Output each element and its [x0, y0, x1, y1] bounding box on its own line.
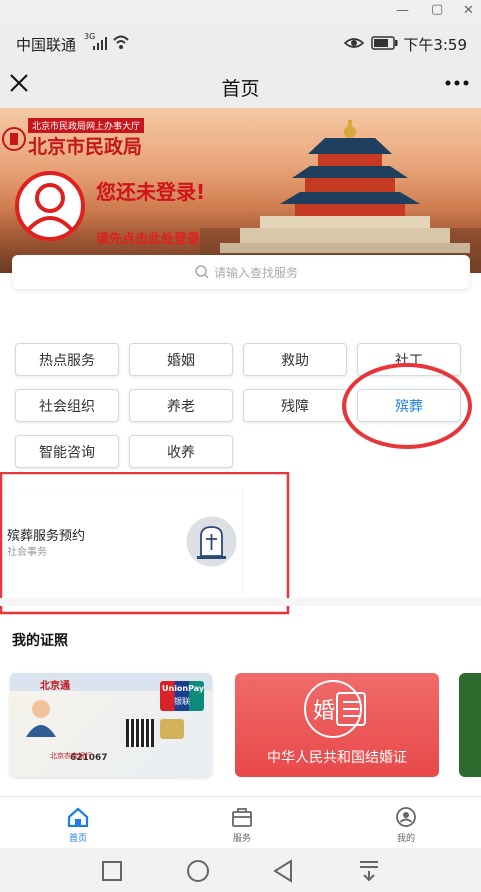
window-chrome: — ▢ ✕	[0, 0, 481, 24]
civil-affairs-logo	[2, 127, 26, 151]
page-title: 首页	[221, 78, 260, 100]
search-icon	[195, 265, 209, 279]
back-icon[interactable]	[272, 859, 294, 883]
temple-of-heaven-image	[200, 120, 481, 273]
chip-image	[160, 719, 184, 739]
section-divider	[0, 598, 481, 606]
bottom-tab-bar: 首页 服务 我的	[0, 796, 481, 848]
category-hot-services[interactable]: 热点服务	[15, 343, 119, 376]
status-bar: 中国联通 3G 下午3:59	[0, 24, 481, 62]
tab-home-label: 首页	[68, 834, 87, 844]
card-brand: 北京通	[40, 681, 70, 692]
category-social-organization[interactable]: 社会组织	[15, 389, 119, 422]
home-button-icon[interactable]	[186, 859, 210, 883]
avatar-icon[interactable]	[14, 170, 86, 242]
more-icon[interactable]	[445, 70, 469, 96]
marriage-char: 婚	[313, 699, 336, 724]
tab-services[interactable]: 服务	[202, 797, 282, 849]
screen: — ▢ ✕ 中国联通 3G 下午3:59 首页 北京市民政局网上办事大厅 北京市…	[0, 0, 481, 892]
highlight-box	[0, 472, 290, 615]
person-icon	[26, 700, 56, 737]
certificates-section-title: 我的证照	[12, 633, 68, 649]
highlight-ellipse	[342, 363, 472, 449]
category-relief[interactable]: 救助	[243, 343, 347, 376]
certificate-name: 中华人民共和国结婚证	[267, 750, 407, 766]
category-marriage[interactable]: 婚姻	[129, 343, 233, 376]
title-bar: 首页	[0, 62, 481, 108]
unionpay-logo: UnionPay 银联	[160, 681, 204, 711]
carrier-label: 中国联通	[16, 36, 77, 54]
login-hint[interactable]: 请先点击此处登录	[96, 228, 200, 247]
clock-label: 下午3:59	[403, 36, 467, 54]
search-bar[interactable]: 请输入查找服务	[12, 255, 470, 289]
minimize-icon[interactable]: —	[396, 3, 409, 18]
marriage-certificate-icon	[304, 680, 366, 738]
window-close-icon[interactable]: ✕	[463, 3, 474, 18]
certificate-card-partial[interactable]	[459, 673, 481, 777]
eye-icon	[344, 38, 364, 48]
tab-mine[interactable]: 我的	[366, 797, 446, 849]
category-smart-consult[interactable]: 智能咨询	[15, 435, 119, 468]
category-disability[interactable]: 残障	[243, 389, 347, 422]
notification-pulldown-icon[interactable]	[358, 860, 380, 882]
user-icon	[396, 807, 416, 827]
briefcase-icon	[232, 808, 252, 827]
maximize-icon[interactable]: ▢	[431, 2, 443, 17]
login-title[interactable]: 您还未登录!	[96, 176, 205, 205]
tab-services-label: 服务	[232, 834, 251, 844]
category-adoption[interactable]: 收养	[129, 435, 233, 468]
qr-code-image	[126, 719, 154, 747]
login-banner[interactable]: 北京市民政局网上办事大厅 北京市民政局 您还未登录! 请先点击此处登录	[0, 108, 481, 273]
marriage-certificate-card[interactable]: 婚 中华人民共和国结婚证	[235, 673, 439, 777]
signal-icon	[93, 37, 107, 50]
beijing-pass-card[interactable]: 北京通 UnionPay 银联 621067 北京农商银行	[10, 673, 212, 777]
system-nav-bar	[0, 848, 481, 892]
wifi-icon	[113, 35, 129, 49]
tab-home[interactable]: 首页	[38, 797, 118, 849]
bank-name: 北京农商银行	[50, 752, 92, 760]
org-name: 北京市民政局	[28, 136, 143, 158]
recent-apps-icon[interactable]	[102, 861, 122, 881]
org-caption: 北京市民政局网上办事大厅	[28, 118, 145, 133]
battery-icon	[371, 36, 398, 50]
search-placeholder: 请输入查找服务	[214, 266, 299, 280]
tab-mine-label: 我的	[396, 834, 415, 844]
category-elderly-care[interactable]: 养老	[129, 389, 233, 422]
home-icon	[67, 807, 89, 827]
